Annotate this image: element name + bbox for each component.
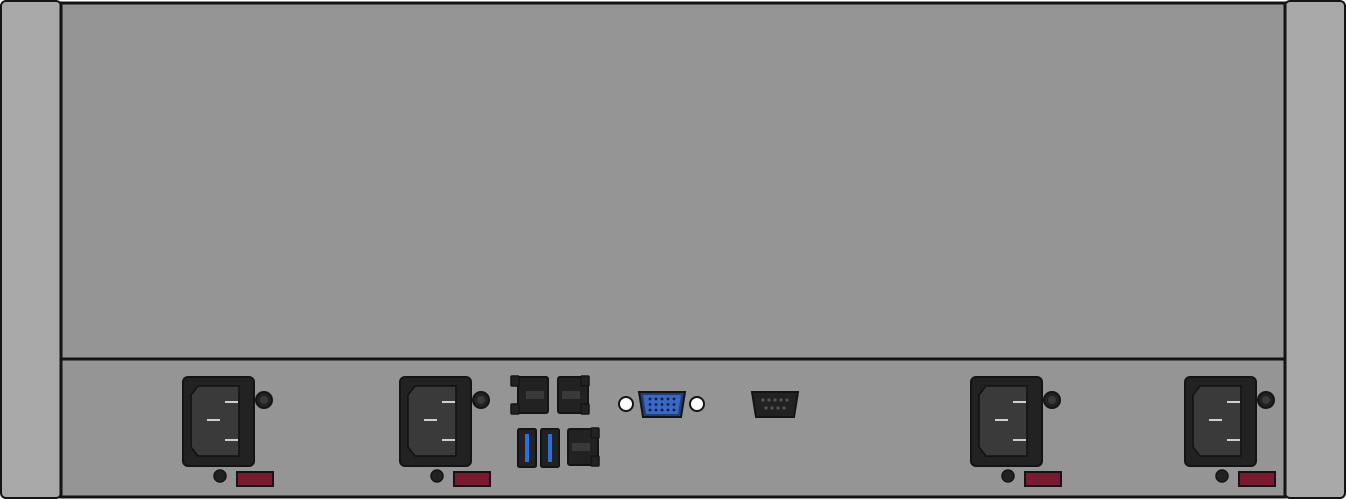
right-rack-ear — [1284, 0, 1346, 499]
expansion-bay — [63, 5, 1283, 359]
vga-pin — [666, 397, 670, 401]
ethernet-port[interactable] — [567, 427, 600, 467]
inlet-pin — [442, 401, 455, 403]
screw-center — [1048, 396, 1056, 404]
vga-pin — [654, 397, 658, 401]
ethernet-tab — [562, 391, 580, 399]
vga-pin — [648, 403, 652, 406]
inlet-pin — [995, 419, 1008, 421]
serial-pin — [776, 406, 780, 410]
serial-pin — [767, 398, 771, 402]
screw-center — [477, 396, 485, 404]
vga-pin — [648, 397, 652, 401]
activity-led-icon — [580, 403, 590, 415]
vga-pin — [660, 397, 664, 401]
vga-screw-right — [689, 396, 705, 412]
serial-port-icon — [750, 391, 800, 418]
vga-pin — [666, 403, 670, 406]
serial-pin — [785, 398, 789, 402]
left-rack-ear — [0, 0, 62, 499]
release-latch[interactable] — [1024, 471, 1062, 487]
activity-led-icon — [590, 455, 600, 467]
ethernet-port[interactable] — [557, 375, 590, 415]
vga-pin — [666, 408, 670, 412]
usb-tongue — [548, 434, 552, 462]
inlet-pin — [1227, 439, 1240, 441]
vga-pin — [654, 408, 658, 412]
inlet-pin — [225, 401, 238, 403]
screw-center — [1262, 396, 1270, 404]
inlet-pin — [424, 419, 437, 421]
inlet-pin — [1209, 419, 1222, 421]
release-latch[interactable] — [236, 471, 274, 487]
serial-pin — [770, 406, 774, 410]
inlet-pin — [207, 419, 220, 421]
inlet-pin — [1013, 401, 1026, 403]
release-latch[interactable] — [453, 471, 491, 487]
status-led-icon — [213, 469, 227, 483]
serial-port[interactable] — [750, 391, 800, 418]
chassis-rear-view — [0, 0, 1346, 499]
screw-center — [260, 396, 268, 404]
serial-pin — [782, 406, 786, 410]
vga-pin — [660, 403, 664, 406]
usb-port[interactable] — [540, 428, 560, 468]
power-inlet[interactable] — [182, 376, 255, 467]
activity-led-icon — [510, 403, 520, 415]
vga-screw-left — [618, 396, 634, 412]
link-led-icon — [510, 375, 520, 387]
serial-pin — [773, 398, 777, 402]
power-inlet[interactable] — [970, 376, 1043, 467]
status-led-icon — [1001, 469, 1015, 483]
serial-pin — [761, 398, 765, 402]
status-led-icon — [430, 469, 444, 483]
serial-pin — [779, 398, 783, 402]
ethernet-tab — [526, 391, 544, 399]
serial-pin — [764, 406, 768, 410]
release-latch[interactable] — [1238, 471, 1276, 487]
inlet-pin — [225, 439, 238, 441]
power-inlet[interactable] — [399, 376, 472, 467]
inlet-pin — [1227, 401, 1240, 403]
ethernet-tab — [572, 443, 590, 451]
vga-pin — [672, 403, 676, 406]
vga-pin — [672, 397, 676, 401]
usb-tongue — [525, 434, 529, 462]
status-led-icon — [1215, 469, 1229, 483]
vga-pin — [672, 408, 676, 412]
power-inlet[interactable] — [1184, 376, 1257, 467]
vga-pin — [660, 408, 664, 412]
inlet-pin — [442, 439, 455, 441]
usb-port[interactable] — [517, 428, 537, 468]
vga-pin — [654, 403, 658, 406]
vga-pin — [648, 408, 652, 412]
link-led-icon — [590, 427, 600, 439]
link-led-icon — [580, 375, 590, 387]
inlet-pin — [1013, 439, 1026, 441]
